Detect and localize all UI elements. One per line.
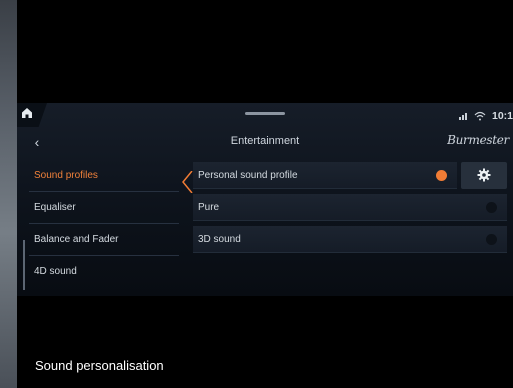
active-indicator-icon bbox=[182, 171, 193, 193]
status-bar: 10:1 bbox=[17, 103, 513, 127]
radio-unselected-icon bbox=[486, 234, 497, 245]
sidebar-item-equaliser[interactable]: Equaliser bbox=[23, 192, 183, 223]
clock: 10:1 bbox=[491, 110, 513, 122]
profile-option-3d-sound[interactable]: 3D sound bbox=[193, 226, 507, 253]
sidebar-item-label: Sound profiles bbox=[34, 170, 98, 181]
option-label: 3D sound bbox=[198, 234, 241, 245]
main-area: 10:1 ‹ Entertainment Burmester Sound pro… bbox=[17, 0, 513, 388]
radio-unselected-icon bbox=[486, 202, 497, 213]
scroll-indicator bbox=[23, 240, 25, 290]
drag-handle[interactable] bbox=[245, 112, 285, 115]
brand-logo: Burmester bbox=[447, 133, 509, 147]
option-label: Pure bbox=[198, 202, 220, 213]
wifi-icon bbox=[474, 111, 486, 121]
status-icons: 10:1 bbox=[458, 109, 513, 123]
sidebar-item-label: Equaliser bbox=[34, 202, 76, 213]
gear-icon bbox=[477, 168, 491, 182]
background-photo-edge bbox=[0, 0, 17, 388]
radio-selected-icon bbox=[436, 170, 447, 181]
sidebar-item-label: 4D sound bbox=[34, 266, 77, 277]
header: ‹ Entertainment Burmester bbox=[17, 127, 513, 157]
option-label: Personal sound profile bbox=[198, 170, 298, 181]
home-icon bbox=[22, 108, 32, 118]
signal-icon bbox=[458, 113, 467, 120]
sidebar-item-balance-and-fader[interactable]: Balance and Fader bbox=[23, 224, 183, 255]
sidebar-item-4d-sound[interactable]: 4D sound bbox=[23, 256, 183, 287]
page-title: Entertainment bbox=[230, 135, 300, 147]
settings-button[interactable] bbox=[461, 162, 507, 189]
profile-option-personal[interactable]: Personal sound profile bbox=[193, 162, 457, 189]
home-button[interactable] bbox=[17, 103, 47, 127]
profile-option-pure[interactable]: Pure bbox=[193, 194, 507, 221]
sidebar-item-sound-profiles[interactable]: Sound profiles bbox=[23, 160, 183, 191]
sidebar: Sound profiles Equaliser Balance and Fad… bbox=[17, 160, 185, 290]
sidebar-item-label: Balance and Fader bbox=[34, 234, 119, 245]
caption: Sound personalisation bbox=[35, 358, 164, 373]
infotainment-screen: 10:1 ‹ Entertainment Burmester Sound pro… bbox=[17, 103, 513, 296]
